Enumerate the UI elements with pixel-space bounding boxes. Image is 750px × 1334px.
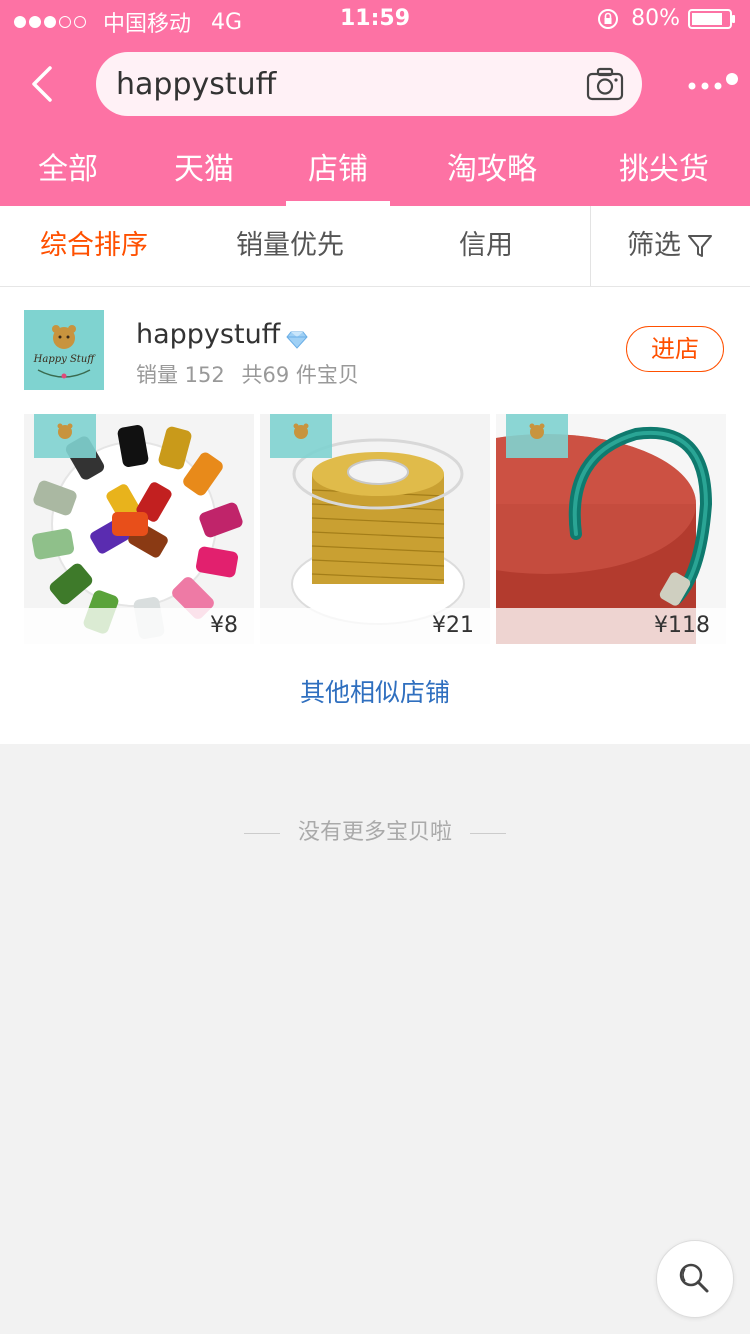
shop-item-count: 共69 件宝贝 — [241, 363, 359, 387]
filter-label: 筛选 — [627, 230, 681, 261]
shop-logo-image: Happy Stuff — [24, 310, 104, 390]
shop-stats: 销量 152 共69 件宝贝 — [136, 359, 369, 389]
header: 中国移动 4G 11:59 80% happystuff 全部 天猫 店铺 淘攻… — [0, 0, 750, 206]
search-query: happystuff — [116, 66, 277, 102]
product-thumbnail[interactable]: ¥8 — [24, 414, 254, 644]
floating-search-button[interactable] — [656, 1240, 734, 1318]
diamond-icon — [286, 331, 308, 349]
search-input[interactable]: happystuff — [96, 52, 642, 116]
tab-top-goods[interactable]: 挑尖货 — [612, 144, 716, 200]
product-thumbnail[interactable]: ¥21 — [260, 414, 490, 644]
sort-credit[interactable]: 信用 — [446, 206, 526, 286]
filter-icon — [688, 235, 712, 257]
sort-sales[interactable]: 销量优先 — [226, 206, 354, 286]
shop-name[interactable]: happystuff — [136, 319, 280, 350]
end-note-text: 没有更多宝贝啦 — [297, 820, 452, 845]
sort-comprehensive[interactable]: 综合排序 — [30, 206, 158, 286]
battery-percentage: 80% — [631, 6, 680, 31]
end-of-results-note: 没有更多宝贝啦 — [0, 814, 750, 846]
sort-bar: 综合排序 销量优先 信用 筛选 — [0, 206, 750, 287]
similar-shops-link[interactable]: 其他相似店铺 — [0, 673, 750, 709]
type-tabs: 全部 天猫 店铺 淘攻略 挑尖货 — [0, 132, 750, 206]
tab-tmall[interactable]: 天猫 — [166, 144, 242, 200]
divider-line — [470, 832, 506, 834]
back-button[interactable] — [22, 60, 62, 108]
tab-guides[interactable]: 淘攻略 — [440, 144, 544, 200]
product-price: ¥118 — [496, 608, 726, 644]
tab-shops[interactable]: 店铺 — [286, 144, 390, 206]
shop-sales: 销量 152 — [136, 363, 225, 387]
camera-icon[interactable] — [586, 67, 624, 101]
battery-icon — [688, 8, 735, 29]
shop-logo-text: Happy Stuff — [33, 354, 97, 365]
product-price: ¥21 — [260, 608, 490, 644]
magnify-hand-icon — [679, 1263, 709, 1293]
more-menu-icon[interactable] — [684, 72, 740, 100]
nav-row: happystuff — [0, 52, 750, 116]
sort-divider — [590, 206, 591, 286]
product-thumbnail[interactable]: ¥118 — [496, 414, 726, 644]
shop-logo[interactable]: Happy Stuff — [24, 310, 104, 390]
shop-card: Happy Stuff happystuff 销量 152 共69 件宝贝 进店 — [0, 287, 750, 744]
status-right: 80% — [597, 6, 736, 31]
back-arrow-icon — [32, 66, 52, 102]
filter-button[interactable]: 筛选 — [614, 206, 726, 286]
divider-line — [243, 832, 280, 834]
status-bar: 中国移动 4G 11:59 80% — [0, 0, 750, 40]
enter-shop-button[interactable]: 进店 — [626, 326, 724, 372]
product-price: ¥8 — [24, 608, 254, 644]
rotation-lock-icon — [598, 8, 619, 29]
tab-all[interactable]: 全部 — [30, 144, 106, 200]
